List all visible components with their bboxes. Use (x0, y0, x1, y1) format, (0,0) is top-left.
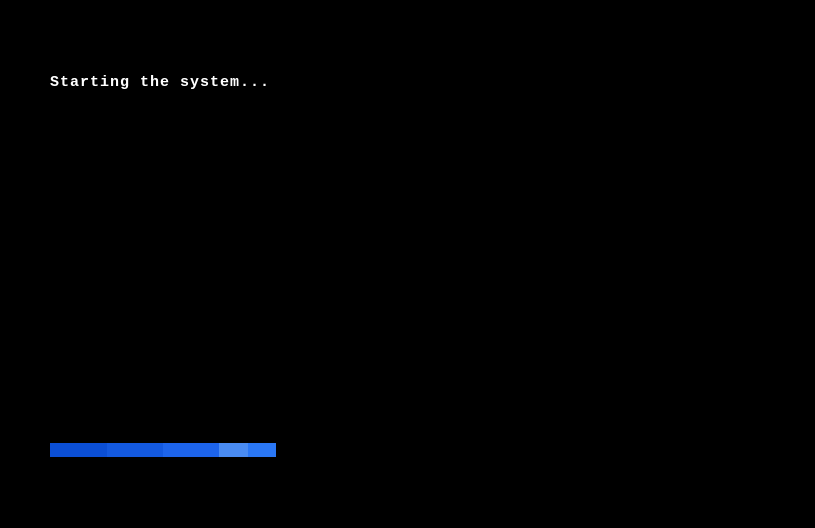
progress-segment (248, 443, 276, 457)
progress-segment (107, 443, 163, 457)
boot-progress-bar (50, 443, 276, 457)
progress-segment (50, 443, 107, 457)
boot-status-text: Starting the system... (50, 74, 270, 91)
progress-segment (219, 443, 248, 457)
progress-segment (163, 443, 219, 457)
